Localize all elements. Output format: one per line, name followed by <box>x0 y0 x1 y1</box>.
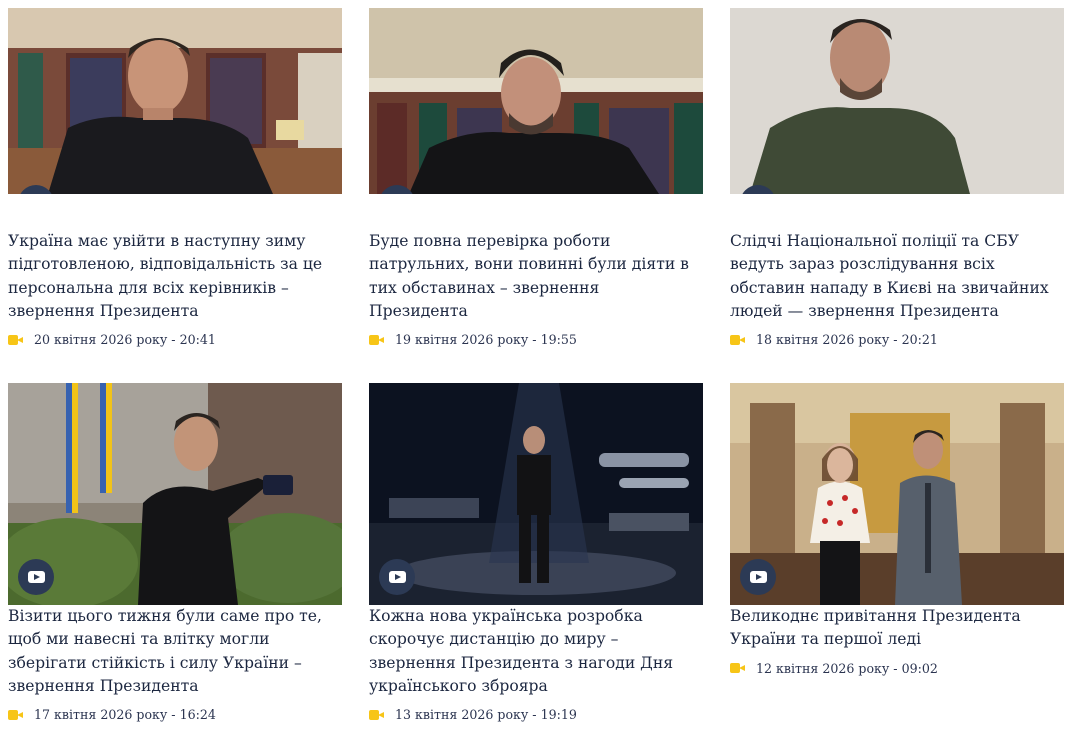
news-card: Візити цього тижня були саме про те, щоб… <box>8 383 342 722</box>
card-meta: 13 квітня 2026 року - 19:19 <box>369 707 703 722</box>
video-thumbnail[interactable] <box>730 8 1064 194</box>
video-camera-icon <box>8 709 23 720</box>
card-date: 12 квітня 2026 року - 09:02 <box>756 660 938 676</box>
card-date: 17 квітня 2026 року - 16:24 <box>34 707 216 723</box>
video-camera-icon <box>369 334 384 345</box>
news-card: Буде повна перевірка роботи патрульних, … <box>369 8 703 347</box>
video-thumbnail[interactable] <box>8 8 342 194</box>
youtube-play-icon[interactable] <box>740 559 776 595</box>
video-thumbnail[interactable] <box>730 383 1064 605</box>
card-meta: 18 квітня 2026 року - 20:21 <box>730 332 1064 347</box>
card-date: 20 квітня 2026 року - 20:41 <box>34 332 216 348</box>
card-title[interactable]: Великоднє привітання Президента України … <box>730 605 1064 652</box>
card-meta: 17 квітня 2026 року - 16:24 <box>8 707 342 722</box>
video-camera-icon <box>369 709 384 720</box>
card-title[interactable]: Україна має увійти в наступну зиму підго… <box>8 230 342 323</box>
youtube-play-icon[interactable] <box>18 559 54 595</box>
news-card: Кожна нова українська розробка скорочує … <box>369 383 703 722</box>
video-camera-icon <box>730 334 745 345</box>
news-card: Слідчі Національної поліції та СБУ ведут… <box>730 8 1064 347</box>
card-date: 13 квітня 2026 року - 19:19 <box>395 707 577 723</box>
news-card: Великоднє привітання Президента України … <box>730 383 1064 676</box>
card-meta: 12 квітня 2026 року - 09:02 <box>730 661 1064 676</box>
video-camera-icon <box>730 663 745 674</box>
card-meta: 20 квітня 2026 року - 20:41 <box>8 332 342 347</box>
youtube-play-icon[interactable] <box>379 559 415 595</box>
card-title[interactable]: Візити цього тижня були саме про те, щоб… <box>8 605 342 698</box>
video-thumbnail[interactable] <box>369 8 703 194</box>
video-thumbnail[interactable] <box>369 383 703 605</box>
news-card: Україна має увійти в наступну зиму підго… <box>8 8 342 347</box>
video-thumbnail[interactable] <box>8 383 342 605</box>
video-camera-icon <box>8 334 23 345</box>
card-date: 19 квітня 2026 року - 19:55 <box>395 332 577 348</box>
card-title[interactable]: Буде повна перевірка роботи патрульних, … <box>369 230 703 323</box>
card-title[interactable]: Слідчі Національної поліції та СБУ ведут… <box>730 230 1064 323</box>
card-date: 18 квітня 2026 року - 20:21 <box>756 332 938 348</box>
card-meta: 19 квітня 2026 року - 19:55 <box>369 332 703 347</box>
card-title[interactable]: Кожна нова українська розробка скорочує … <box>369 605 703 698</box>
